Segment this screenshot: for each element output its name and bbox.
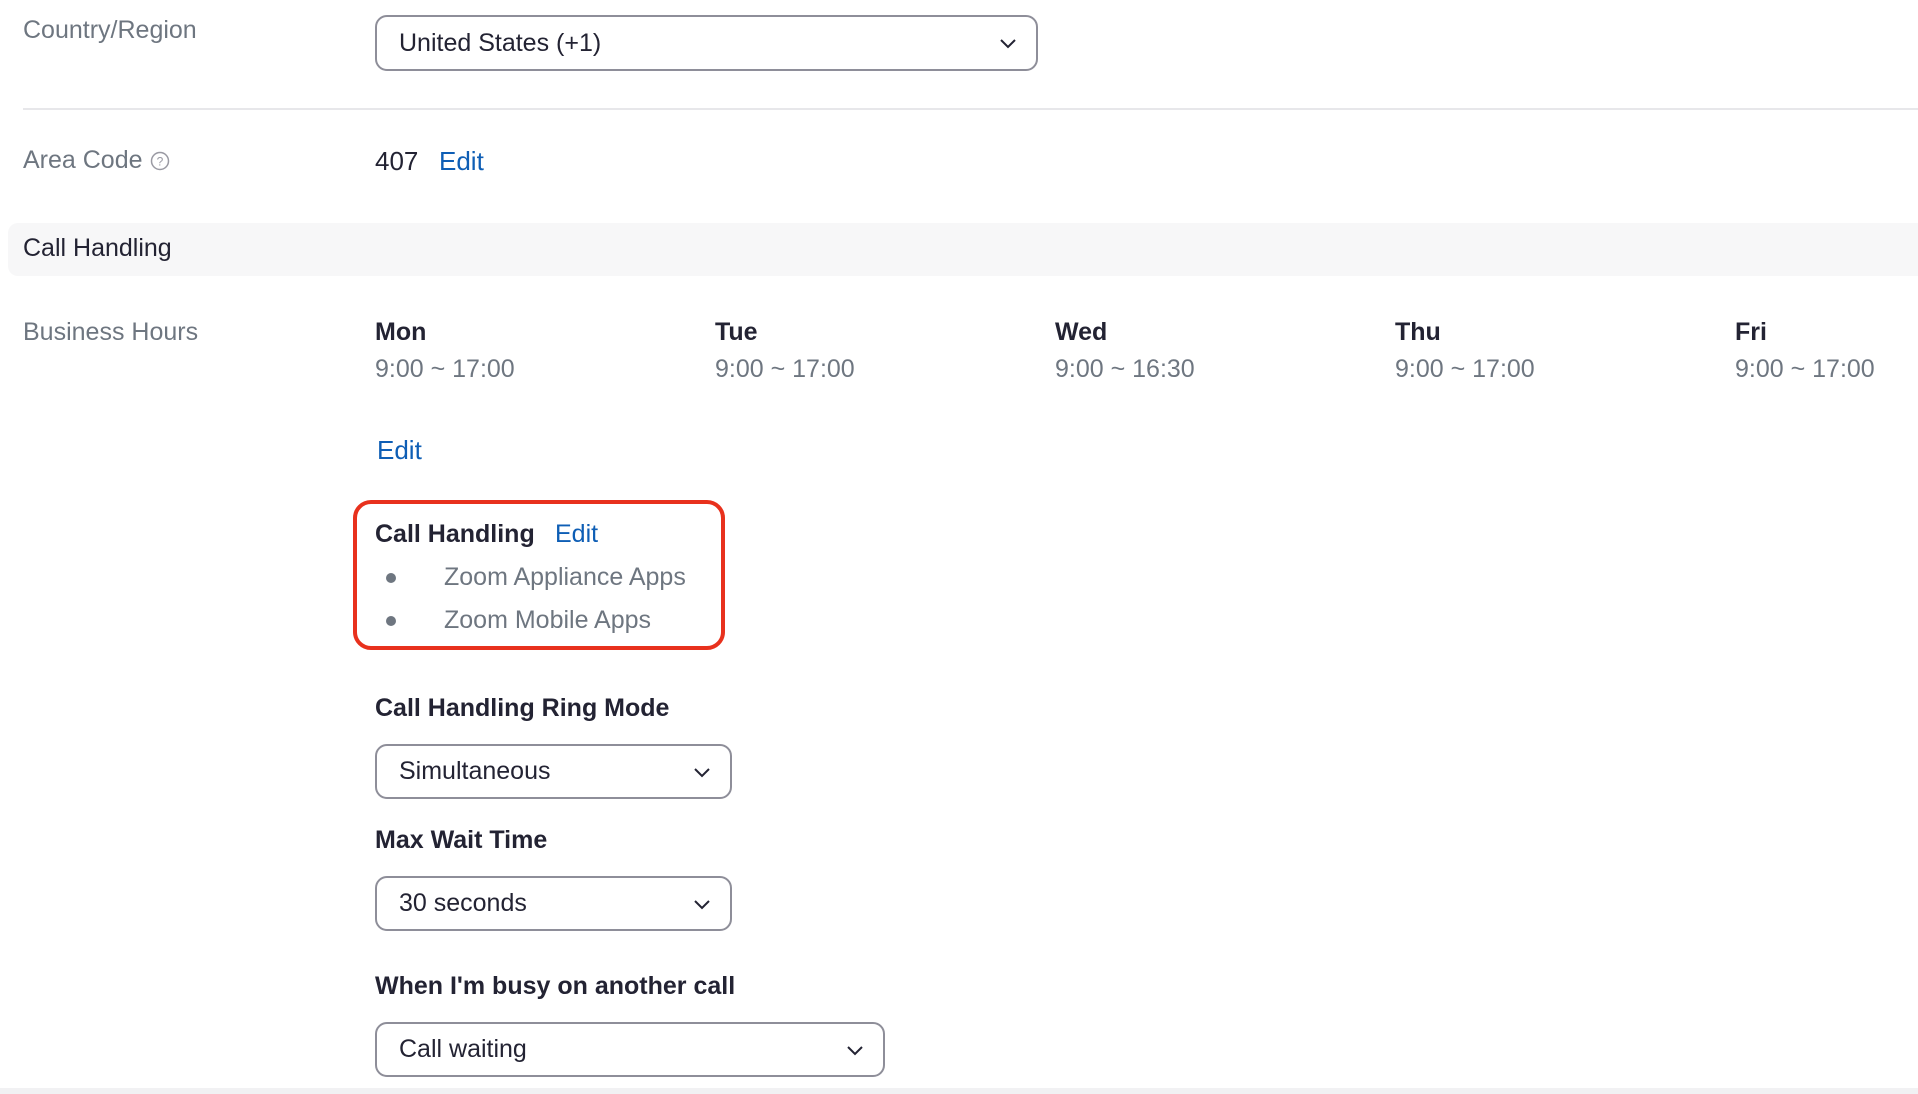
call-handling-item: Zoom Mobile Apps <box>444 606 652 634</box>
chevron-down-icon <box>694 767 710 777</box>
ring-mode-select[interactable]: Simultaneous <box>375 744 732 799</box>
chevron-down-icon <box>694 899 710 909</box>
call-handling-section-header: Call Handling <box>8 223 1918 276</box>
day-name: Thu <box>1395 318 1441 346</box>
busy-behavior-select[interactable]: Call waiting <box>375 1022 885 1077</box>
bullet-icon <box>386 615 396 626</box>
call-handling-item: Zoom Appliance Apps <box>444 563 686 591</box>
country-region-selected: United States (+1) <box>399 28 602 57</box>
question-circle-icon[interactable]: ? <box>150 151 170 171</box>
day-name: Tue <box>715 318 758 346</box>
max-wait-time-select[interactable]: 30 seconds <box>375 876 732 931</box>
footer-bar <box>0 1088 1918 1094</box>
country-region-label: Country/Region <box>23 16 197 44</box>
business-hours-wed: Wed 9:00 ~ 16:30 <box>1055 318 1195 384</box>
max-wait-time-label: Max Wait Time <box>375 826 548 854</box>
divider <box>23 108 1918 110</box>
day-name: Fri <box>1735 318 1767 346</box>
ring-mode-selected: Simultaneous <box>399 757 551 785</box>
day-hours: 9:00 ~ 17:00 <box>1735 355 1875 383</box>
day-name: Mon <box>375 318 427 346</box>
busy-behavior-label: When I'm busy on another call <box>375 972 736 1000</box>
section-title: Call Handling <box>23 234 172 262</box>
day-name: Wed <box>1055 318 1108 346</box>
max-wait-time-selected: 30 seconds <box>399 889 527 917</box>
day-hours: 9:00 ~ 17:00 <box>1395 355 1535 383</box>
list-item: Zoom Appliance Apps <box>386 563 686 592</box>
business-hours-tue: Tue 9:00 ~ 17:00 <box>715 318 855 384</box>
ring-mode-label: Call Handling Ring Mode <box>375 694 670 722</box>
day-hours: 9:00 ~ 17:00 <box>375 355 515 383</box>
area-code-edit-link[interactable]: Edit <box>439 146 484 177</box>
chevron-down-icon <box>1000 39 1016 49</box>
business-hours-edit-link[interactable]: Edit <box>377 435 422 466</box>
area-code-value: 407 <box>375 146 419 176</box>
business-hours-label: Business Hours <box>23 318 199 346</box>
day-hours: 9:00 ~ 17:00 <box>715 355 855 383</box>
business-hours-mon: Mon 9:00 ~ 17:00 <box>375 318 515 384</box>
call-handling-edit-link[interactable]: Edit <box>555 520 598 549</box>
call-handling-title: Call Handling <box>375 520 535 548</box>
bullet-icon <box>386 572 396 583</box>
area-code-label: Area Code ? <box>23 146 170 175</box>
business-hours-fri: Fri 9:00 ~ 17:00 <box>1735 318 1875 384</box>
day-hours: 9:00 ~ 16:30 <box>1055 355 1195 383</box>
country-region-select[interactable]: United States (+1) <box>375 15 1038 71</box>
chevron-down-icon <box>847 1045 863 1055</box>
business-hours-thu: Thu 9:00 ~ 17:00 <box>1395 318 1535 384</box>
busy-behavior-selected: Call waiting <box>399 1035 527 1063</box>
list-item: Zoom Mobile Apps <box>386 606 651 635</box>
svg-text:?: ? <box>156 154 163 168</box>
